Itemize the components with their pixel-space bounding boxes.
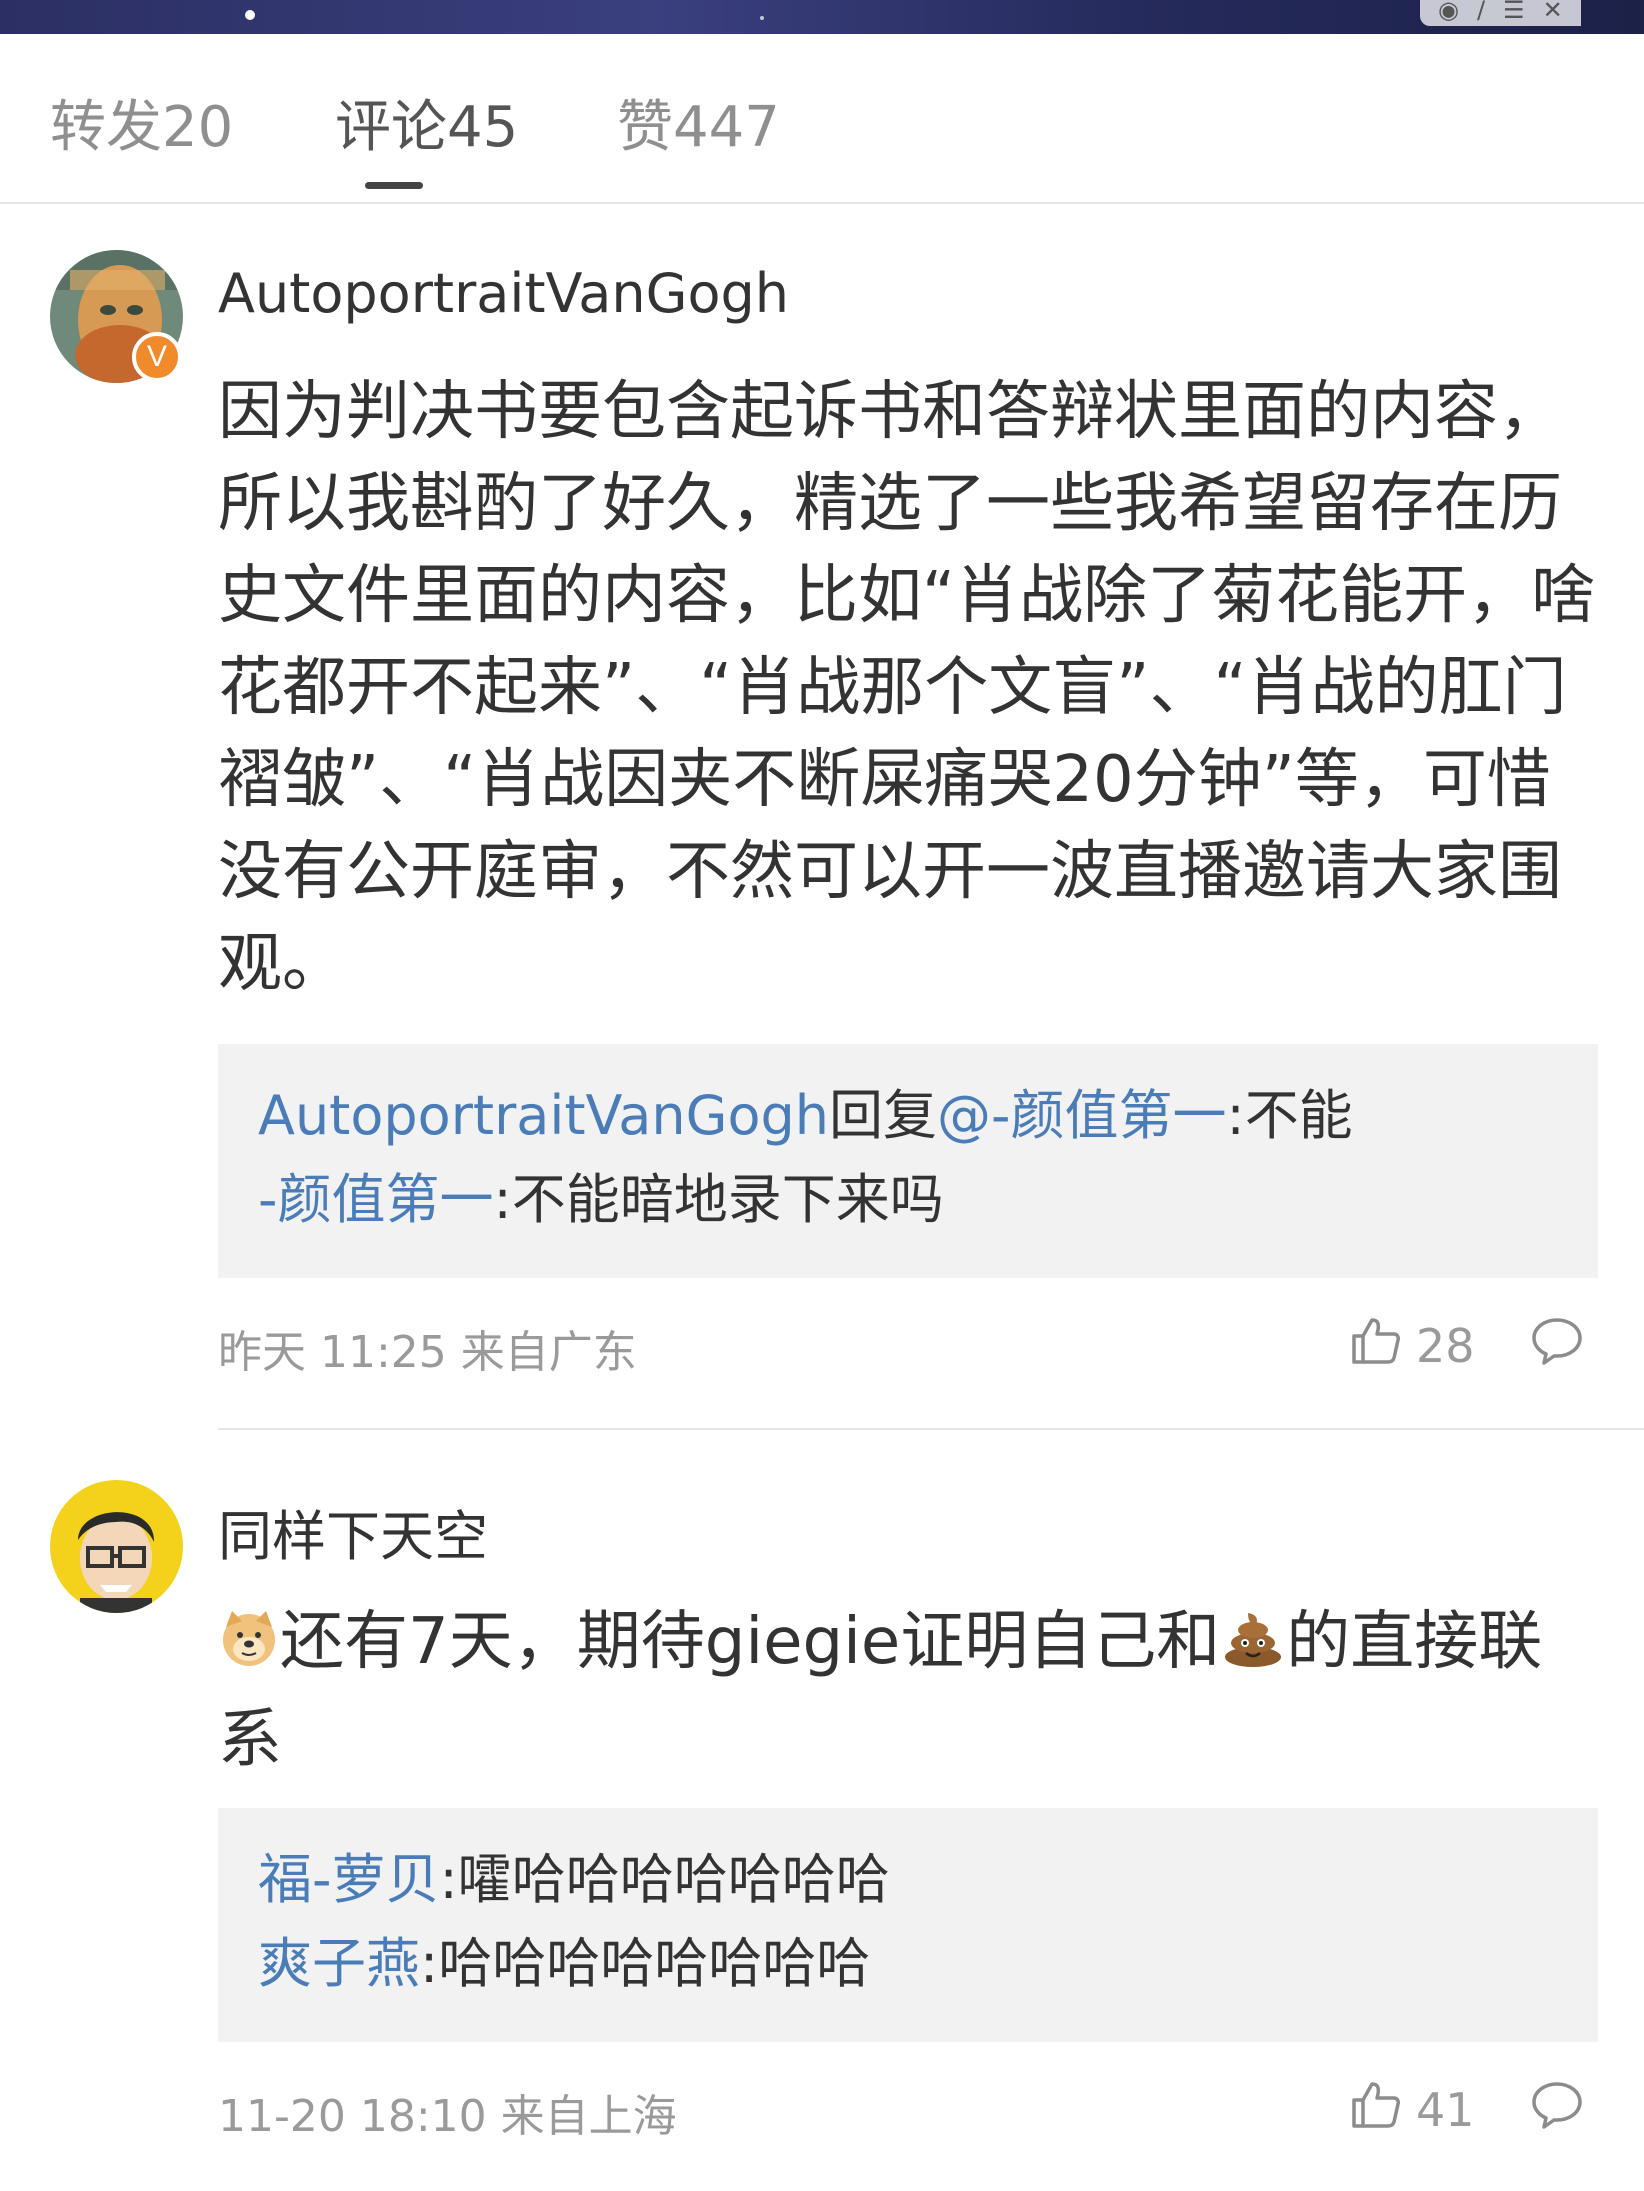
reply-box[interactable]: AutoportraitVanGogh回复@-颜值第一:不能 -颜值第一:不能暗…: [218, 1044, 1598, 1278]
comment-text-part: 还有7天，期待giegie证明自己和: [280, 1605, 1221, 1679]
reply-text: 不能暗地录下来吗: [511, 1168, 944, 1231]
tab-likes[interactable]: 赞447: [617, 82, 780, 163]
poop-emoji-icon: [1220, 1602, 1286, 1694]
like-button[interactable]: 28: [1350, 1314, 1475, 1377]
comment-meta: 11-20 18:10 来自上海: [218, 2091, 677, 2142]
reply-line: 福-萝贝:嚯哈哈哈哈哈哈哈: [258, 1838, 1558, 1922]
doge-emoji-icon: [218, 1602, 280, 1694]
reply-text: 嚯哈哈哈哈哈哈哈: [457, 1848, 890, 1911]
thumbs-up-icon: [1350, 1314, 1402, 1377]
like-button[interactable]: 41: [1350, 2078, 1475, 2141]
avatar[interactable]: [50, 1480, 183, 1613]
reply-text: 哈哈哈哈哈哈哈哈: [438, 1932, 871, 1995]
comment-username[interactable]: AutoportraitVanGogh: [218, 262, 789, 325]
reply-author-link[interactable]: 福-萝贝: [258, 1848, 440, 1911]
star-decoration: [760, 16, 764, 20]
star-decoration: [245, 10, 255, 20]
menu-icon[interactable]: ☰: [1503, 0, 1525, 22]
comment-meta: 昨天 11:25 来自广东: [218, 1327, 637, 1378]
reply-word: 回复: [828, 1084, 937, 1147]
reply-author-link[interactable]: -颜值第一: [258, 1168, 494, 1231]
header-image-strip: ◉ / ☰ ✕: [0, 0, 1644, 34]
like-count: 28: [1416, 1318, 1475, 1373]
reply-line: -颜值第一:不能暗地录下来吗: [258, 1158, 1558, 1242]
weibo-icon[interactable]: ◉: [1438, 0, 1459, 22]
window-controls[interactable]: ◉ / ☰ ✕: [1420, 0, 1581, 26]
comment-text: 因为判决书要包含起诉书和答辩状里面的内容，所以我斟酌了好久，精选了一些我希望留存…: [218, 375, 1596, 1001]
reply-line: AutoportraitVanGogh回复@-颜值第一:不能: [258, 1074, 1558, 1158]
reply-author-link[interactable]: 爽子燕: [258, 1932, 420, 1995]
reply-bubble-icon[interactable]: [1530, 1316, 1584, 1370]
reply-separator: :: [493, 1168, 512, 1231]
reply-text: 不能: [1244, 1084, 1353, 1147]
mention-link[interactable]: @-颜值第一: [937, 1084, 1227, 1147]
reply-author-link[interactable]: AutoportraitVanGogh: [258, 1084, 829, 1147]
tab-active-indicator: [365, 182, 423, 189]
reply-separator: :: [1226, 1084, 1245, 1147]
close-icon[interactable]: ✕: [1543, 0, 1563, 22]
avatar[interactable]: V: [50, 250, 183, 383]
tab-bar: 转发20 评论45 赞447: [0, 34, 1644, 204]
comment-text: 还有7天，期待giegie证明自己和 的直接联系: [218, 1596, 1598, 1786]
reply-box[interactable]: 福-萝贝:嚯哈哈哈哈哈哈哈 爽子燕:哈哈哈哈哈哈哈哈: [218, 1808, 1598, 2042]
reply-separator: :: [420, 1932, 439, 1995]
divider-icon: /: [1476, 0, 1486, 24]
like-count: 41: [1416, 2082, 1475, 2137]
reply-separator: :: [439, 1848, 458, 1911]
tab-comments[interactable]: 评论45: [335, 82, 518, 163]
verified-badge: V: [132, 332, 182, 382]
comment-username[interactable]: 同样下天空: [218, 1492, 488, 1571]
tab-repost[interactable]: 转发20: [50, 82, 233, 163]
reply-line: 爽子燕:哈哈哈哈哈哈哈哈: [258, 1922, 1558, 2006]
thumbs-up-icon: [1350, 2078, 1402, 2141]
comment-divider: [218, 1428, 1644, 1430]
reply-bubble-icon[interactable]: [1530, 2080, 1584, 2134]
